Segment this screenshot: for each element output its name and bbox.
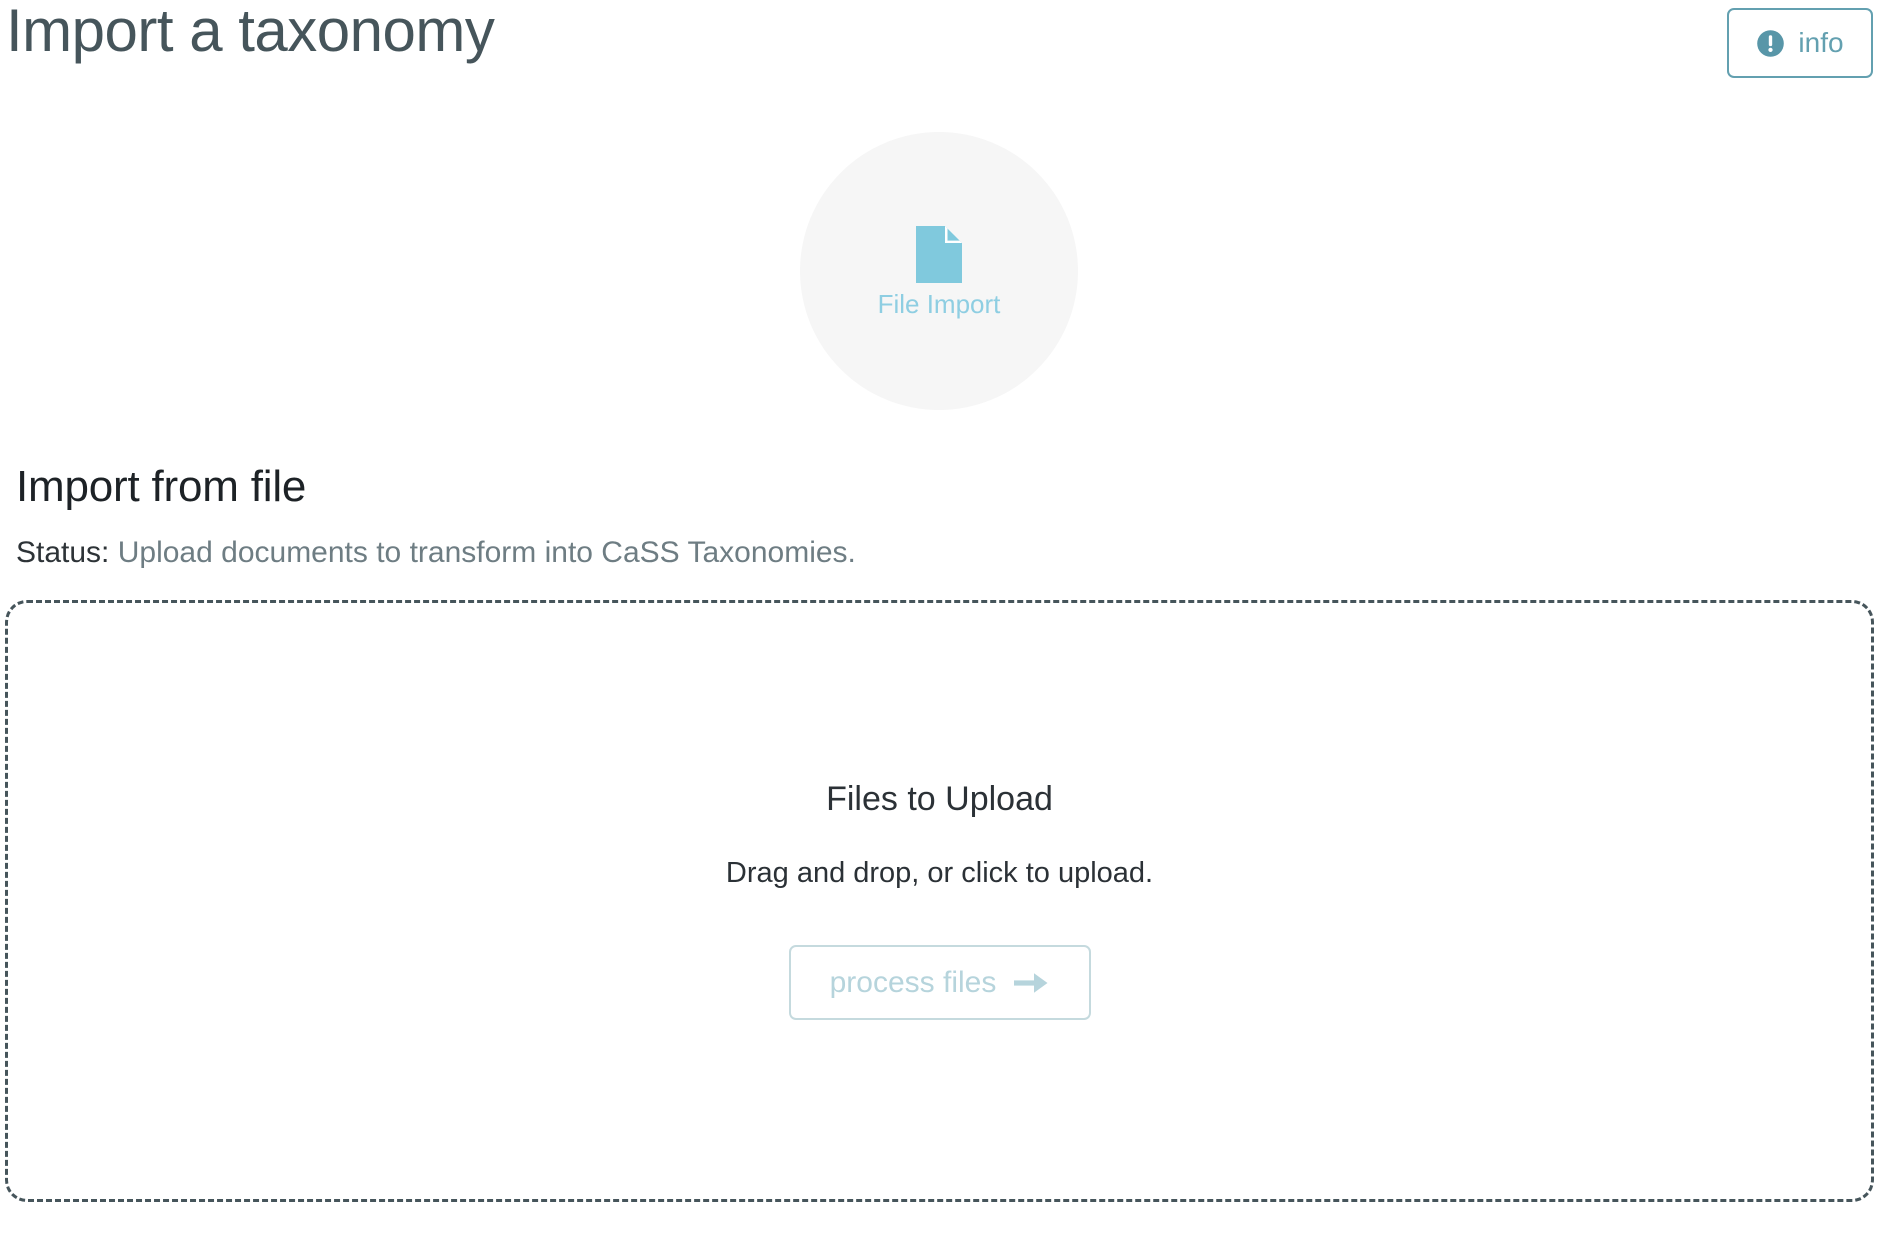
- process-files-label: process files: [829, 965, 997, 999]
- file-import-label: File Import: [877, 288, 1001, 319]
- dropzone-content: Files to Upload Drag and drop, or click …: [8, 603, 1871, 1199]
- dropzone-title: Files to Upload: [826, 780, 1053, 818]
- status-line: Status: Upload documents to transform in…: [16, 536, 856, 570]
- file-import-emblem: File Import: [800, 132, 1078, 410]
- arrow-right-icon: [1013, 970, 1049, 996]
- process-files-button[interactable]: process files: [788, 945, 1091, 1020]
- info-button-label: info: [1798, 27, 1844, 58]
- status-message: Upload documents to transform into CaSS …: [117, 536, 856, 569]
- info-button[interactable]: info: [1727, 8, 1873, 78]
- status-label: Status:: [16, 536, 110, 569]
- exclamation-circle-icon: [1756, 29, 1785, 58]
- dropzone-subtitle: Drag and drop, or click to upload.: [725, 857, 1154, 889]
- file-dropzone[interactable]: Files to Upload Drag and drop, or click …: [5, 600, 1874, 1202]
- page-header: Import a taxonomy info: [0, 0, 1886, 100]
- page-title: Import a taxonomy: [6, 0, 495, 64]
- section-heading: Import from file: [16, 462, 307, 511]
- file-document-icon: [916, 225, 962, 291]
